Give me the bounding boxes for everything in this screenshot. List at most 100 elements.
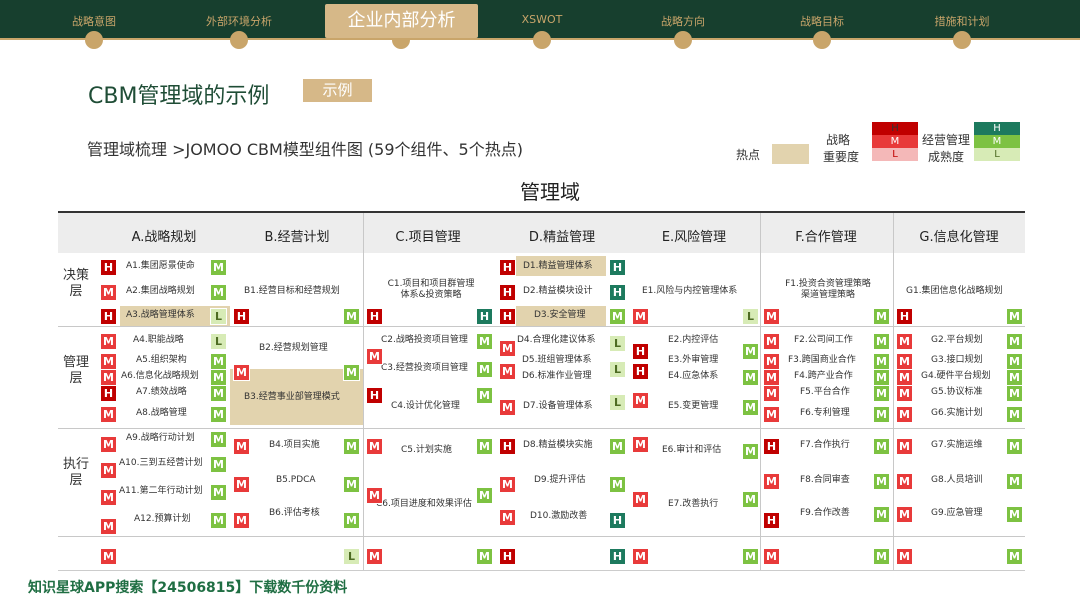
importance-marker: M [100,406,117,423]
maturity-marker: M [476,333,493,350]
maturity-marker: L [609,335,626,352]
importance-marker: M [896,385,913,402]
nav-dot [533,31,551,49]
component-a6: A6.信息化战略规划 [121,371,199,381]
col-strategy-planning: A.战略规划 [131,230,197,245]
maturity-marker: M [742,343,759,360]
importance-marker: M [233,512,250,529]
component-a4: A4.职能战略 [133,335,184,345]
grid-bottom-border [58,570,1025,571]
maturity-marker: M [210,353,227,370]
component-c6: C6.项目进度和效果评估 [376,499,472,509]
maturity-marker: M [343,438,360,455]
maturity-marker: M [210,284,227,301]
component-a7: A7.绩效战略 [136,387,187,397]
maturity-marker: M [1006,548,1023,565]
component-d8: D8.精益模块实施 [523,440,593,450]
legend-mid: M [872,135,918,148]
nav-item-strategy-goals[interactable]: 战略目标 [800,13,844,29]
component-b2: B2.经营规划管理 [259,343,328,353]
component-e4: E4.应急体系 [668,371,719,381]
component-a2: A2.集团战略规划 [126,286,195,296]
nav-item-external-analysis[interactable]: 外部环境分析 [206,13,272,29]
maturity-marker: M [476,487,493,504]
nav-item-strategy-intent[interactable]: 战略意图 [72,13,116,29]
importance-marker: M [499,509,516,526]
importance-marker: M [100,518,117,535]
maturity-marker: M [1006,406,1023,423]
importance-marker: H [763,512,780,529]
legend-importance-label: 重要度 [823,150,860,164]
legend-hot-label: 热点 [736,148,761,162]
nav-item-internal-analysis[interactable]: 企业内部分析 [325,4,478,38]
importance-marker: H [499,438,516,455]
importance-marker: M [763,406,780,423]
importance-marker: M [499,340,516,357]
maturity-marker: M [742,399,759,416]
importance-marker: M [632,436,649,453]
component-f5: F5.平台合作 [800,387,850,397]
column-divider [760,213,761,570]
maturity-marker: M [476,438,493,455]
component-f6: F6.专利管理 [800,408,850,418]
maturity-marker: M [873,438,890,455]
component-a9: A9.战略行动计划 [126,433,195,443]
maturity-marker: M [343,308,360,325]
importance-marker: M [632,548,649,565]
importance-marker: M [896,353,913,370]
component-a1: A1.集团愿景使命 [126,261,195,271]
layer-decision: 决策层 [62,268,89,299]
maturity-marker: H [476,308,493,325]
nav-dot [230,31,248,49]
maturity-marker: M [210,406,227,423]
maturity-marker: L [210,333,227,350]
maturity-marker: M [343,512,360,529]
legend-operation-label: 经营管理 [922,133,971,147]
importance-marker: M [896,438,913,455]
col-lean-management: D.精益管理 [528,230,596,245]
component-d5: D5.班组管理体系 [522,355,592,365]
col-it-management: G.信息化管理 [919,230,999,245]
nav-item-strategy-direction[interactable]: 战略方向 [661,13,705,29]
col-business-planning: B.经营计划 [264,230,330,245]
maturity-marker: M [210,484,227,501]
maturity-marker: M [1006,353,1023,370]
importance-marker: H [100,259,117,276]
importance-marker: M [896,506,913,523]
nav-item-xswot[interactable]: XSWOT [522,13,563,26]
column-divider [893,213,894,570]
col-risk-management: E.风险管理 [661,230,727,245]
component-a11: A11.第二年行动计划 [119,486,203,496]
component-g8: G8.人员培训 [931,475,983,485]
nav-dot [85,31,103,49]
component-a8: A8.战略管理 [136,408,187,418]
importance-marker: M [499,399,516,416]
importance-marker: H [100,385,117,402]
component-f9: F9.合作改善 [800,508,850,518]
component-e1: E1.风险与内控管理体系 [642,286,738,296]
importance-marker: M [896,473,913,490]
maturity-marker: M [873,473,890,490]
example-badge: 示例 [303,79,372,102]
importance-marker: M [499,363,516,380]
component-a5: A5.组织架构 [136,355,187,365]
importance-marker: M [233,476,250,493]
page-title: CBM管理域的示例 [88,84,270,109]
maturity-marker: M [742,491,759,508]
nav-item-measures-plans[interactable]: 措施和计划 [935,13,990,29]
maturity-marker: L [210,308,227,325]
importance-marker: H [632,363,649,380]
col-project-management: C.项目管理 [395,230,461,245]
maturity-marker: M [1006,506,1023,523]
maturity-marker: M [210,456,227,473]
importance-marker: M [632,491,649,508]
importance-marker: M [366,487,383,504]
importance-marker: H [896,308,913,325]
component-d4: D4.合理化建议体系 [517,335,596,345]
importance-marker: M [763,473,780,490]
legend-strategy-label: 战略 [826,133,851,147]
maturity-marker: M [873,369,890,386]
page-subtitle: 管理域梳理 >JOMOO CBM模型组件图 (59个组件、5个热点) [87,140,523,159]
component-g5: G5.协议标准 [931,387,983,397]
component-g4: G4.硬件平台规划 [921,371,991,381]
